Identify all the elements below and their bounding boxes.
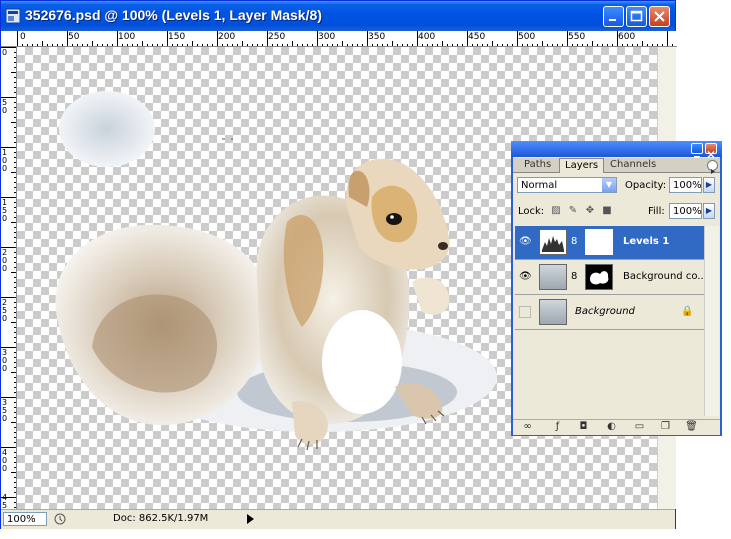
document-size-info: Doc: 862.5K/1.97M (113, 513, 209, 524)
ruler-label: 0 (2, 48, 8, 57)
fill-field[interactable]: 100% (669, 203, 702, 219)
levels-adjustment-thumbnail (539, 229, 567, 255)
lock-image-icon[interactable]: ✎ (567, 205, 579, 217)
ruler-label: 250 (268, 32, 286, 42)
palette-close-button[interactable] (705, 143, 717, 158)
palette-bottom-toolbar: ∞ ƒ ◘ ◐ ▭ ❐ 🗑 (513, 419, 720, 435)
histogram-icon (542, 236, 564, 252)
photoshop-document-icon (5, 8, 21, 24)
chevron-down-icon: ▼ (602, 178, 616, 192)
layer-name: Background co... (623, 271, 707, 282)
ruler-label: 350 (368, 32, 386, 42)
layer-style-icon[interactable]: ƒ (551, 421, 564, 433)
layer-name: Background (575, 306, 635, 317)
visibility-toggle[interactable] (519, 306, 531, 318)
ruler-label: 600 (618, 32, 636, 42)
layer-row-background[interactable]: Background 🔒 (515, 296, 706, 330)
info-icon (54, 513, 66, 525)
mask-shape-icon (590, 271, 609, 285)
close-icon (654, 11, 665, 22)
tab-channels[interactable]: Channels (605, 158, 661, 173)
minimize-icon (609, 19, 616, 21)
maximize-icon (630, 10, 643, 22)
layer-row-levels[interactable]: 👁 8 Levels 1 (515, 226, 706, 260)
new-layer-icon[interactable]: ❐ (659, 421, 672, 433)
layer-image-thumbnail (539, 264, 567, 290)
ruler-label: 400 (418, 32, 436, 42)
ruler-label: 450 (2, 493, 8, 510)
zoom-field[interactable]: 100% (3, 512, 47, 526)
ruler-label: 200 (218, 32, 236, 42)
layer-mask-thumbnail[interactable] (585, 264, 613, 290)
ruler-label: 250 (2, 298, 8, 323)
chain-link-icon[interactable]: 8 (571, 236, 577, 247)
ruler-label: 50 (68, 32, 80, 42)
lock-icon: 🔒 (681, 306, 694, 317)
ruler-label: 100 (118, 32, 136, 42)
ruler-label: 100 (2, 148, 8, 173)
blend-mode-select[interactable]: Normal ▼ (517, 177, 617, 193)
ruler-label: 400 (2, 448, 8, 473)
link-layers-icon[interactable]: ∞ (521, 421, 534, 433)
tab-layers[interactable]: Layers (559, 158, 605, 173)
palette-minimize-button[interactable] (691, 143, 703, 158)
status-arrow-button[interactable] (243, 512, 257, 526)
palette-menu-button[interactable] (707, 160, 718, 174)
hscroll-left-button[interactable] (641, 512, 652, 526)
status-menu-button[interactable] (53, 512, 67, 526)
lock-transparency-icon[interactable]: ▨ (550, 205, 562, 217)
close-button[interactable] (649, 6, 670, 27)
ruler-label: 350 (2, 398, 8, 423)
ruler-label: 150 (168, 32, 186, 42)
layer-row-background-copy[interactable]: 👁 8 Background co... (515, 261, 707, 295)
lock-all-icon[interactable]: ■ (601, 205, 613, 217)
hscroll-right-button[interactable] (657, 512, 668, 526)
chain-link-icon[interactable]: 8 (571, 271, 577, 282)
palette-title-bar[interactable] (511, 141, 722, 158)
lock-label: Lock: (518, 206, 545, 217)
layer-name: Levels 1 (623, 236, 670, 247)
status-bar: 100% Doc: 862.5K/1.97M (1, 509, 675, 529)
lock-position-icon[interactable]: ✥ (584, 205, 596, 217)
layer-mask-thumbnail[interactable] (585, 229, 613, 255)
tab-paths[interactable]: Paths (519, 158, 556, 173)
opacity-field[interactable]: 100% (669, 177, 702, 193)
add-mask-icon[interactable]: ◘ (577, 421, 590, 433)
ruler-label: 300 (2, 348, 8, 373)
horizontal-ruler[interactable]: 0 50 100 150 200 250 300 350 400 450 500… (1, 31, 677, 47)
window-title: 352676.psd @ 100% (Levels 1, Layer Mask/… (25, 7, 322, 23)
play-arrow-icon (247, 514, 254, 524)
ruler-label: 50 (2, 98, 8, 115)
trash-icon[interactable]: 🗑 (685, 421, 698, 433)
eye-icon[interactable]: 👁 (519, 236, 533, 248)
fill-arrow-button[interactable]: ▶ (703, 203, 715, 219)
ruler-label: 300 (318, 32, 336, 42)
maximize-button[interactable] (626, 6, 647, 27)
play-arrow-icon (711, 169, 715, 174)
blend-mode-value: Normal (521, 180, 558, 191)
new-group-icon[interactable]: ▭ (633, 421, 646, 433)
palette-scrollbar[interactable] (704, 226, 719, 416)
layers-palette: Paths Layers Channels Normal ▼ Opacity: … (511, 141, 722, 436)
eye-icon[interactable]: 👁 (519, 271, 533, 283)
opacity-arrow-button[interactable]: ▶ (703, 177, 715, 193)
ruler-label: 500 (518, 32, 536, 42)
minimize-button[interactable] (603, 6, 624, 27)
opacity-label: Opacity: (625, 180, 667, 191)
title-bar[interactable]: 352676.psd @ 100% (Levels 1, Layer Mask/… (1, 1, 675, 31)
adjustment-layer-icon[interactable]: ◐ (605, 421, 618, 433)
fill-label: Fill: (648, 206, 665, 217)
ruler-label: 550 (568, 32, 586, 42)
ruler-label: 150 (2, 198, 8, 223)
layer-image-thumbnail (539, 299, 567, 325)
ruler-label: 200 (2, 248, 8, 273)
vertical-ruler[interactable]: 0 50 100 150 200 250 300 350 400 450 (1, 47, 17, 509)
ruler-label: 450 (468, 32, 486, 42)
ruler-ticks (1, 47, 16, 508)
ruler-label: 0 (20, 32, 26, 42)
